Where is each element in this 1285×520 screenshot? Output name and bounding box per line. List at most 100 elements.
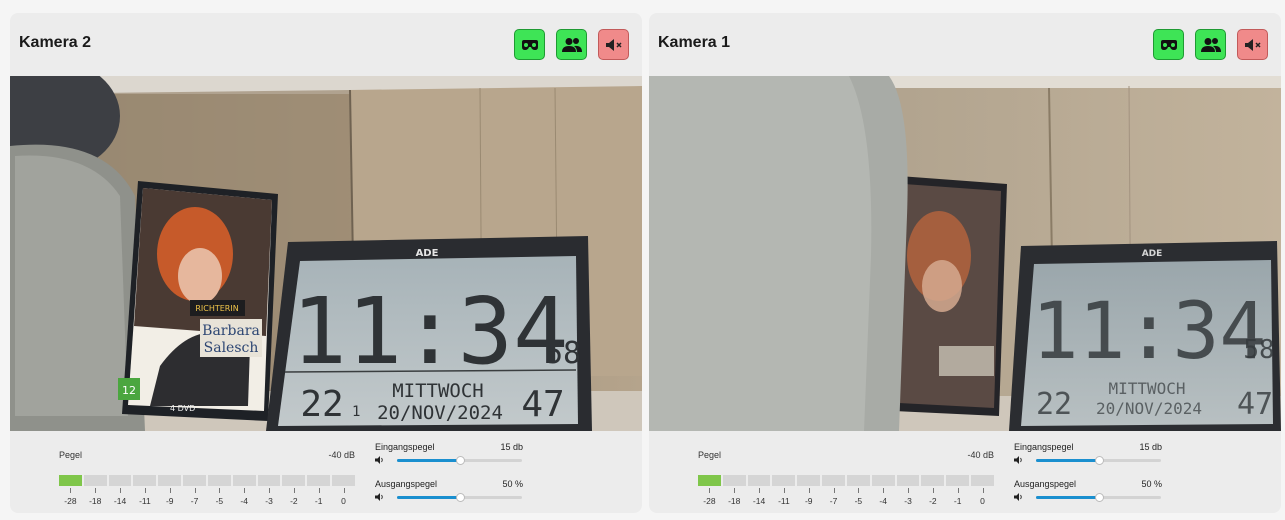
users-button[interactable] xyxy=(1195,29,1226,60)
speaker-muted-icon xyxy=(1244,38,1261,51)
level-scale-tick: -9 xyxy=(797,488,820,510)
dvd-cover xyxy=(894,176,1007,416)
level-scale-label: 0 xyxy=(980,496,985,506)
lcd-clock: ADE 11:34 58 22 MITTWOCH 20/NOV/2024 47 xyxy=(1009,241,1281,431)
level-scale-label: -28 xyxy=(64,496,77,506)
input-level-value: 15 db xyxy=(500,442,523,452)
clock-time: 11:34 xyxy=(292,278,569,385)
level-scale-tick: -14 xyxy=(109,488,132,510)
level-meter-segment xyxy=(133,475,157,486)
level-scale-label: -11 xyxy=(778,496,790,506)
audio-controls: Pegel -40 dB -28 -18 -14 -11 -9 -7 -5 -4 -3 -2 -1 0… xyxy=(649,431,1281,513)
panel-header: Kamera 1 xyxy=(649,13,1281,76)
level-scale-label: -5 xyxy=(854,496,863,506)
level-scale: -28 -18 -14 -11 -9 -7 -5 -4 -3 -2 -1 0 xyxy=(59,488,355,510)
level-scale-tick: 0 xyxy=(971,488,994,510)
panel-title: Kamera 2 xyxy=(19,34,92,51)
level-meter-segment xyxy=(846,475,870,486)
level-meter xyxy=(59,475,355,486)
input-level-thumb[interactable] xyxy=(455,456,465,465)
level-meter-segment xyxy=(307,475,331,486)
dvd-rating: 12 xyxy=(122,384,136,397)
level-scale-label: -14 xyxy=(113,496,127,506)
clock-date: 20/NOV/2024 xyxy=(1096,399,1202,418)
level-scale-label: -2 xyxy=(929,496,937,506)
level-scale-label: -9 xyxy=(804,496,813,506)
clock-day: MITTWOCH xyxy=(392,380,484,402)
level-meter-segment xyxy=(822,475,845,486)
clock-temp-decimal: 1 xyxy=(352,404,360,420)
level-scale-label: -3 xyxy=(904,496,912,506)
output-level-label: Ausgangspegel xyxy=(375,479,438,489)
level-meter-segment xyxy=(257,475,281,486)
output-level-slider[interactable] xyxy=(1036,493,1161,502)
dvd-name-last: Salesch xyxy=(204,340,259,356)
level-scale-tick: -1 xyxy=(307,488,330,510)
level-scale-tick: -4 xyxy=(233,488,256,510)
level-scale-tick: -11 xyxy=(772,488,795,510)
clock-seconds: 58 xyxy=(545,336,581,371)
level-meter-segment xyxy=(722,475,746,486)
level-scale-tick: -7 xyxy=(183,488,206,510)
mute-button[interactable] xyxy=(1237,29,1268,60)
level-meter-segment xyxy=(183,475,206,486)
level-meter-segment xyxy=(871,475,895,486)
camera-panels: Kamera 2 RICHTERIN Barbara Salesch 12 4 … xyxy=(0,0,1285,520)
dvd-cover: RICHTERIN Barbara Salesch 12 4 DVD xyxy=(118,181,278,421)
level-meter-segment xyxy=(232,475,256,486)
level-scale-tick: -1 xyxy=(946,488,969,510)
output-level-value: 50 % xyxy=(502,479,523,489)
level-meter-segment xyxy=(108,475,132,486)
level-scale-tick: 0 xyxy=(332,488,355,510)
volume-icon xyxy=(375,493,383,501)
mute-button[interactable] xyxy=(598,29,629,60)
level-scale-label: -7 xyxy=(829,496,838,506)
level-db: -40 dB xyxy=(967,450,994,460)
input-level-fill xyxy=(1036,459,1099,462)
level-meter-segment xyxy=(747,475,771,486)
panel-title: Kamera 1 xyxy=(658,34,731,51)
input-level-thumb[interactable] xyxy=(1094,456,1104,465)
output-level-thumb[interactable] xyxy=(455,493,465,502)
camera-video-feed: RICHTERIN Barbara Salesch 12 4 DVD ADE 1… xyxy=(10,76,642,431)
level-scale-label: -1 xyxy=(953,496,962,506)
level-meter-segment xyxy=(896,475,920,486)
level-scale-label: -1 xyxy=(314,496,323,506)
level-scale-label: -18 xyxy=(89,496,102,506)
level-scale-tick: -3 xyxy=(258,488,281,510)
clock-brand: ADE xyxy=(416,248,439,259)
level-scale-label: -9 xyxy=(165,496,174,506)
input-level-value: 15 db xyxy=(1139,442,1162,452)
clock-temp: 22 xyxy=(300,384,343,425)
level-scale-tick: -11 xyxy=(133,488,156,510)
level-scale-label: -4 xyxy=(240,496,248,506)
level-scale-label: -28 xyxy=(703,496,716,506)
level-meter-segment xyxy=(946,475,970,486)
output-level-thumb[interactable] xyxy=(1094,493,1104,502)
mask-icon xyxy=(1160,39,1177,50)
input-level-fill xyxy=(397,459,460,462)
input-level-slider[interactable] xyxy=(1036,456,1161,465)
level-scale-label: -5 xyxy=(215,496,224,506)
output-level-slider[interactable] xyxy=(397,493,522,502)
clock-time: 11:34 xyxy=(1032,287,1267,377)
input-level-label: Eingangspegel xyxy=(375,442,435,452)
input-level-slider[interactable] xyxy=(397,456,522,465)
level-scale-tick: -28 xyxy=(698,488,721,510)
level-scale-tick: -3 xyxy=(897,488,920,510)
level-scale-label: -2 xyxy=(290,496,298,506)
level-meter-segment xyxy=(158,475,182,486)
level-label: Pegel xyxy=(698,450,722,460)
level-scale-tick: -18 xyxy=(723,488,746,510)
mask-button[interactable] xyxy=(1153,29,1184,60)
level-db: -40 dB xyxy=(328,450,355,460)
level-meter-segment xyxy=(772,475,796,486)
mask-icon xyxy=(521,39,538,50)
users-button[interactable] xyxy=(556,29,587,60)
level-label: Pegel xyxy=(59,450,83,460)
volume-icon xyxy=(1014,493,1022,501)
level-meter-segment xyxy=(207,475,231,486)
level-meter-segment xyxy=(332,475,355,486)
level-scale-label: 0 xyxy=(341,496,346,506)
mask-button[interactable] xyxy=(514,29,545,60)
